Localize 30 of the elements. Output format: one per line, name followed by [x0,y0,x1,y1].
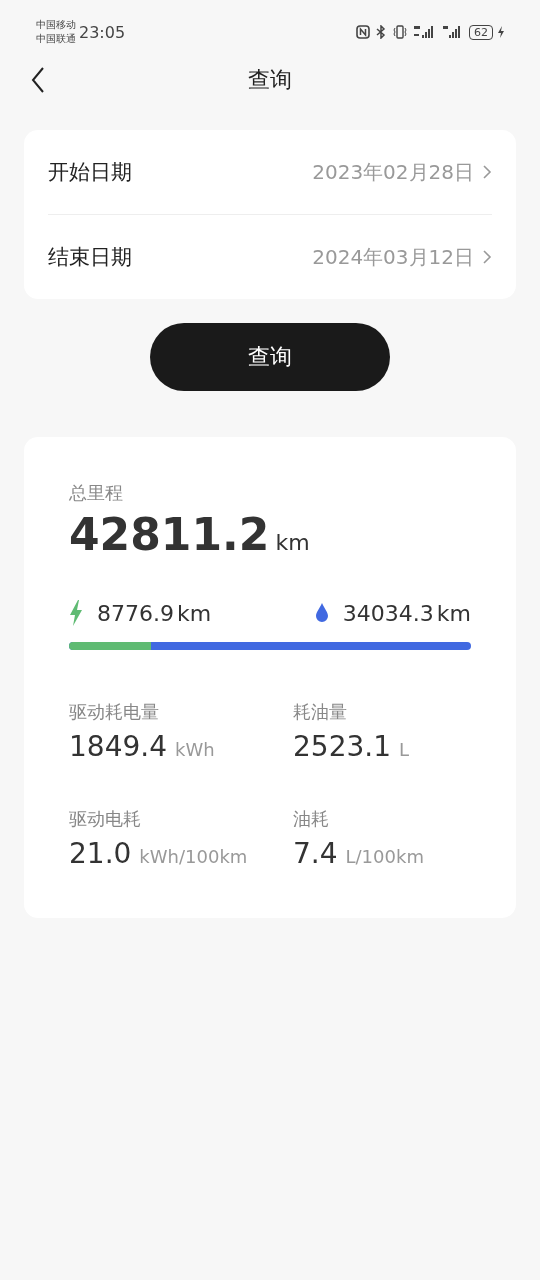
drop-icon [314,603,329,623]
date-row[interactable]: 结束日期 2024年03月12日 [48,214,492,299]
vibrate-icon [392,25,408,39]
stat-value: 1849.4 kWh [69,730,216,763]
total-mileage: 42811.2 [69,509,270,560]
total-label: 总里程 [69,481,124,505]
carrier-name: 中国移动 [36,18,76,32]
total-unit: km [275,530,310,555]
status-time: 23:05 [79,22,126,42]
stat-value: 21.0 kWh/100km [69,837,249,870]
battery-level: 62 [469,24,493,40]
stat-value: 2523.1 L [293,730,410,763]
date-row[interactable]: 开始日期 2023年02月28日 [48,130,492,214]
query-button[interactable]: 查询 [150,323,390,391]
stat-label: 油耗 [293,807,330,831]
nfc-icon [356,25,370,39]
stat-label: 驱动耗电量 [69,700,160,724]
carrier-name: 中国联通 [36,32,76,46]
lightning-icon [69,600,83,626]
stat-value: 7.4 L/100km [293,837,425,870]
chevron-icon [482,164,492,180]
back-icon[interactable] [31,67,45,93]
electric-mileage: 8776.9 km [97,600,212,626]
bluetooth-icon [375,25,387,39]
charging-icon [498,26,504,38]
stat-label: 耗油量 [293,700,348,724]
chevron-icon [482,249,492,265]
fuel-mileage: 34034.3 km [342,600,471,626]
stat-label: 驱动电耗 [69,807,142,831]
page-title: 查询 [248,66,292,94]
